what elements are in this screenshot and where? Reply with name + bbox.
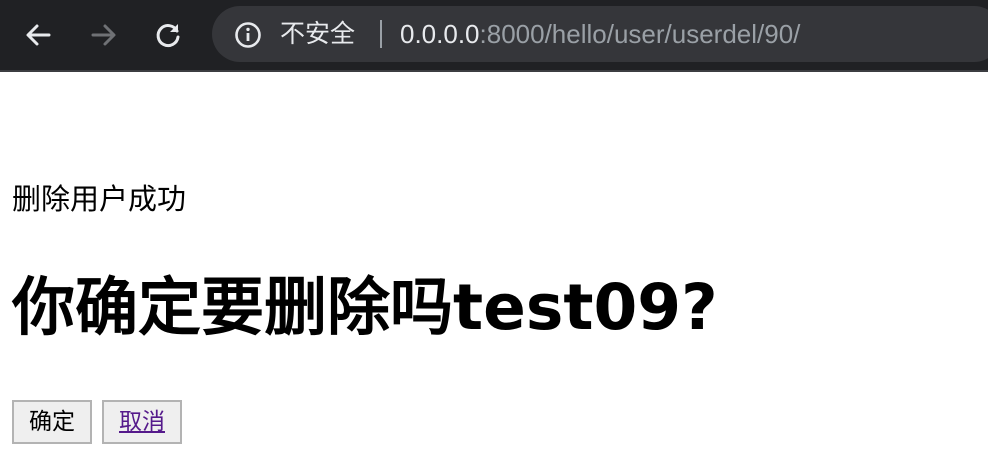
browser-toolbar: 不安全 0.0.0.0:8000/hello/user/userdel/90/ [0,0,988,72]
address-bar[interactable]: 不安全 0.0.0.0:8000/hello/user/userdel/90/ [212,6,988,62]
back-arrow-icon [26,24,51,46]
forward-button[interactable] [88,17,120,53]
confirm-button[interactable]: 确定 [12,400,92,444]
url-host: 0.0.0.0 [400,19,480,49]
url-path: :8000/hello/user/userdel/90/ [479,19,801,49]
reload-icon [156,24,180,47]
url-text[interactable]: 0.0.0.0:8000/hello/user/userdel/90/ [400,18,800,50]
security-label[interactable]: 不安全 [280,19,355,49]
status-message: 删除用户成功 [12,182,187,216]
cancel-link[interactable]: 取消 [119,409,165,435]
back-button[interactable] [22,17,54,53]
confirm-heading: 你确定要删除吗test09? [12,271,718,344]
info-icon[interactable] [234,21,262,49]
url-divider [380,20,382,48]
cancel-button[interactable]: 取消 [102,400,182,444]
forward-arrow-icon [91,24,116,46]
reload-button[interactable] [152,17,184,53]
